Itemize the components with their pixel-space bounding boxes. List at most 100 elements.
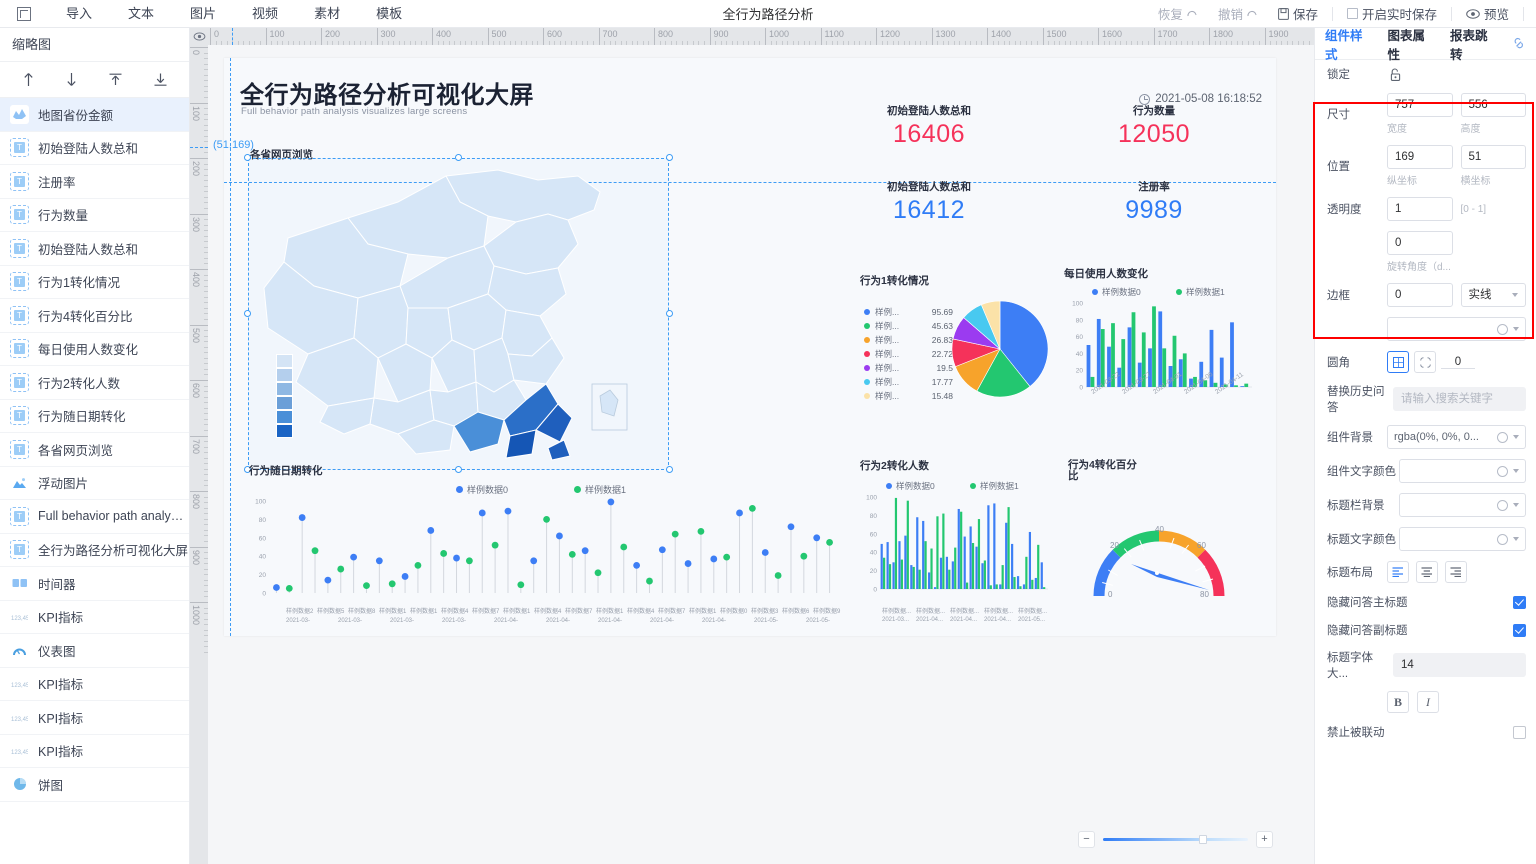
bar[interactable]: [969, 526, 972, 589]
bar[interactable]: [1013, 577, 1016, 589]
legend-item-series1[interactable]: 样例数据1: [970, 480, 1019, 492]
bar[interactable]: [1244, 383, 1249, 387]
no-linkage-checkbox[interactable]: [1513, 725, 1526, 739]
bar[interactable]: [900, 559, 903, 589]
save-button[interactable]: 保存: [1268, 0, 1328, 27]
layer-item[interactable]: 123,456 KPI指标: [0, 601, 189, 634]
pie-chart-widget[interactable]: 行为1转化情况 样例... 95.69 样例... 45.63 样例... 26.83 样例…: [860, 273, 1056, 423]
zoom-slider-thumb[interactable]: [1198, 834, 1207, 844]
bar[interactable]: [1043, 587, 1046, 589]
bar[interactable]: [999, 584, 1002, 589]
zoom-slider-track[interactable]: [1103, 834, 1248, 844]
bar[interactable]: [1034, 577, 1037, 589]
tab-component-style[interactable]: 组件样式: [1325, 28, 1373, 63]
layer-item[interactable]: T 行为1转化情况: [0, 266, 189, 299]
bar[interactable]: [995, 584, 998, 589]
ruler-corner[interactable]: [190, 28, 208, 45]
layer-list[interactable]: 地图省份金额 T 初始登陆人数总和 T 注册率 T 行为数量 T 初始登陆人数总和 T 行为1转化情…: [0, 98, 189, 864]
bar[interactable]: [1240, 386, 1245, 387]
bar[interactable]: [1090, 376, 1095, 387]
bar[interactable]: [1086, 345, 1091, 387]
bar[interactable]: [939, 557, 943, 589]
align-left-button[interactable]: [1387, 561, 1409, 583]
bar[interactable]: [1040, 562, 1043, 589]
legend-item-series0[interactable]: 样例数据0: [456, 483, 508, 496]
bar[interactable]: [971, 543, 975, 589]
data-point[interactable]: [543, 516, 550, 523]
data-point[interactable]: [594, 569, 602, 577]
bar[interactable]: [1121, 339, 1126, 387]
bar[interactable]: [904, 535, 907, 589]
bring-to-front-icon[interactable]: [108, 72, 123, 87]
replace-qa-input[interactable]: 请输入搜索关键字: [1393, 387, 1526, 411]
bar[interactable]: [983, 560, 986, 589]
bar[interactable]: [1131, 312, 1136, 387]
hide-sub-title-checkbox[interactable]: [1513, 623, 1526, 637]
data-point[interactable]: [748, 504, 756, 512]
border-style-select[interactable]: 实线: [1460, 283, 1526, 307]
layer-item[interactable]: T Full behavior path analysis...: [0, 500, 189, 534]
preview-button[interactable]: 预览: [1456, 0, 1519, 27]
bar[interactable]: [1022, 584, 1026, 589]
properties-panel[interactable]: 组件样式 图表属性 报表跳转 锁定 尺寸 757 宽度 556 高度 位置 16…: [1314, 28, 1536, 864]
layer-item[interactable]: T 注册率: [0, 165, 189, 199]
data-point[interactable]: [337, 565, 345, 573]
data-point[interactable]: [607, 498, 615, 506]
resize-handle-e[interactable]: [666, 310, 673, 317]
unlock-icon[interactable]: [1387, 67, 1404, 82]
resize-handle-ne[interactable]: [666, 154, 673, 161]
bar[interactable]: [1001, 565, 1004, 589]
rotation-input[interactable]: 0: [1387, 231, 1453, 255]
bar[interactable]: [963, 536, 966, 589]
china-map-chart[interactable]: [248, 158, 669, 470]
legend-item-series0[interactable]: 样例数据0: [886, 480, 935, 492]
layer-item[interactable]: 时间器: [0, 567, 189, 601]
bar[interactable]: [928, 572, 931, 589]
pie-legend-item[interactable]: 样例... 19.5: [864, 361, 953, 375]
radius-individual-corners-button[interactable]: [1414, 351, 1436, 373]
bar[interactable]: [948, 569, 951, 589]
data-point[interactable]: [556, 532, 563, 540]
data-point[interactable]: [697, 527, 705, 535]
bar[interactable]: [886, 542, 889, 589]
menu-template[interactable]: 模板: [358, 0, 420, 27]
bar[interactable]: [1031, 579, 1034, 589]
bar[interactable]: [951, 561, 954, 589]
bar[interactable]: [1158, 311, 1163, 387]
bar[interactable]: [1234, 385, 1238, 387]
data-point[interactable]: [350, 553, 358, 561]
layer-item[interactable]: 仪表图: [0, 634, 189, 668]
data-point[interactable]: [568, 550, 576, 558]
eye-icon[interactable]: [193, 32, 206, 41]
menu-video[interactable]: 视频: [234, 0, 296, 27]
title-bar-background-picker[interactable]: [1399, 493, 1526, 517]
canvas-area[interactable]: 全行为路径分析可视化大屏 Full behavior path analysis…: [208, 45, 1314, 864]
data-point[interactable]: [465, 557, 473, 565]
title-text-color-picker[interactable]: [1399, 527, 1526, 551]
pie-legend-item[interactable]: 样例... 15.48: [864, 389, 953, 403]
bar[interactable]: [960, 511, 963, 589]
bar[interactable]: [936, 516, 939, 589]
undo-button[interactable]: 撤销: [1208, 0, 1268, 27]
data-point[interactable]: [787, 523, 795, 531]
bar[interactable]: [912, 566, 915, 589]
bar[interactable]: [945, 556, 949, 589]
bar[interactable]: [1007, 507, 1010, 589]
title-font-size-input[interactable]: 14: [1393, 653, 1526, 677]
bar[interactable]: [916, 517, 919, 589]
layer-item[interactable]: 123,456 KPI指标: [0, 668, 189, 701]
layer-item[interactable]: T 各省网页浏览: [0, 433, 189, 467]
pie-legend-item[interactable]: 样例... 26.83: [864, 333, 953, 347]
menu-text[interactable]: 文本: [110, 0, 172, 27]
bar[interactable]: [933, 587, 937, 589]
resize-handle-w[interactable]: [244, 310, 251, 317]
bar[interactable]: [918, 569, 921, 589]
bar[interactable]: [981, 563, 984, 589]
bar[interactable]: [1096, 318, 1101, 387]
pie-legend-item[interactable]: 样例... 45.63: [864, 319, 953, 333]
component-text-color-picker[interactable]: [1399, 459, 1526, 483]
width-input[interactable]: 757: [1387, 93, 1453, 117]
pie-legend-item[interactable]: 样例... 22.72: [864, 347, 953, 361]
bar[interactable]: [930, 548, 933, 589]
vertical-ruler[interactable]: 0 100 200 300 400 500 600 700 800 900 1000: [190, 45, 208, 864]
